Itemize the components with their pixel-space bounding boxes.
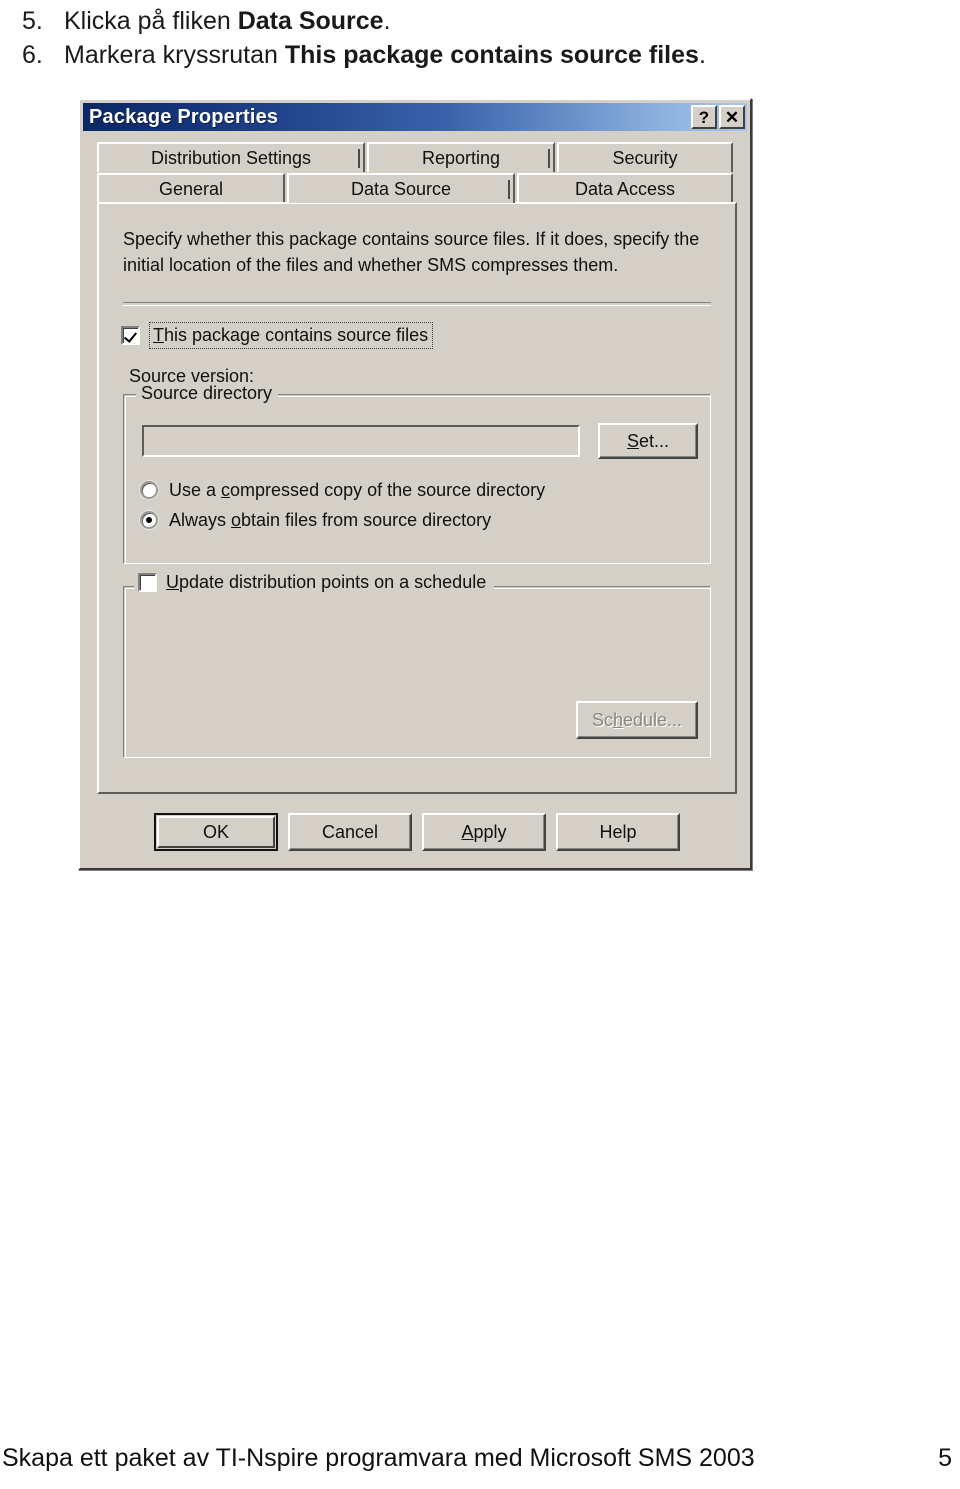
tab-label: Distribution Settings: [150, 147, 312, 168]
radio-label-always-obtain: Always obtain files from source director…: [169, 510, 491, 531]
button-label: Cancel: [321, 821, 379, 842]
label-rest: his package contains source files: [164, 325, 429, 345]
radio-always-obtain-files[interactable]: [140, 511, 158, 529]
tab-data-access[interactable]: Data Access: [517, 173, 733, 203]
instruction-number: 6.: [22, 41, 43, 69]
radio-use-compressed-copy[interactable]: [140, 481, 158, 499]
source-mode-radio-group: Use a compressed copy of the source dire…: [140, 475, 545, 535]
ok-button[interactable]: OK: [154, 813, 278, 851]
tab-label: Reporting: [421, 147, 501, 168]
instruction-text: Klicka på fliken Data Source.: [64, 4, 391, 38]
tab-separator: [358, 149, 360, 168]
update-schedule-checkbox[interactable]: [138, 573, 157, 592]
panel-description-line-2: initial location of the files and whethe…: [123, 255, 619, 275]
radio-row-always-obtain[interactable]: Always obtain files from source director…: [140, 505, 545, 535]
instruction-text: Markera kryssrutan This package contains…: [64, 38, 706, 72]
button-label: Help: [599, 821, 637, 842]
source-files-checkbox-row[interactable]: This package contains source files: [121, 322, 434, 349]
panel-description-line-1: Specify whether this package contains so…: [123, 229, 700, 249]
tab-general[interactable]: General: [97, 173, 285, 203]
tab-label: Data Source: [350, 178, 452, 199]
set-button[interactable]: Set...: [598, 423, 698, 459]
label-rest: btain files from source directory: [241, 509, 492, 530]
radio-row-compressed-copy[interactable]: Use a compressed copy of the source dire…: [140, 475, 545, 505]
tab-separator: [508, 180, 510, 199]
tab-label: Data Access: [574, 178, 676, 199]
label-rest: edule...: [622, 709, 683, 730]
tab-row-1: Distribution Settings Reporting Security: [97, 142, 737, 172]
instruction-list: 5. Klicka på fliken Data Source. 6. Mark…: [22, 4, 922, 72]
accelerator-letter: A: [461, 821, 474, 842]
update-schedule-checkbox-row[interactable]: Update distribution points on a schedule: [134, 572, 495, 593]
accelerator-letter: T: [153, 325, 164, 345]
package-properties-dialog: Package Properties ? ✕ Distribution Sett…: [78, 98, 752, 870]
tab-row-2: General Data Source Data Access: [97, 173, 737, 203]
dialog-title: Package Properties: [89, 105, 279, 128]
instruction-number: 5.: [22, 7, 43, 35]
source-files-checkbox-label: This package contains source files: [149, 322, 434, 349]
help-button[interactable]: Help: [556, 813, 680, 851]
tab-data-source[interactable]: Data Source: [287, 173, 515, 203]
list-item: 5. Klicka på fliken Data Source.: [22, 4, 922, 38]
label-prefix: Sc: [591, 709, 613, 730]
source-files-checkbox[interactable]: [121, 326, 140, 345]
accelerator-letter: S: [626, 430, 639, 451]
instruction-emphasis: Data Source: [237, 7, 384, 35]
footer-title: Skapa ett paket av TI-Nspire programvara…: [2, 1444, 755, 1472]
tab-security[interactable]: Security: [557, 142, 733, 172]
apply-button[interactable]: Apply: [422, 813, 546, 851]
horizontal-divider: [123, 302, 711, 306]
accelerator-letter: U: [166, 572, 179, 592]
panel-description: Specify whether this package contains so…: [123, 226, 711, 278]
schedule-button[interactable]: Sc h edule...: [576, 701, 698, 739]
list-item: 6. Markera kryssrutan This package conta…: [22, 38, 922, 72]
data-source-tab-panel: Specify whether this package contains so…: [97, 202, 737, 794]
update-schedule-checkbox-label: Update distribution points on a schedule: [166, 572, 486, 593]
instruction-suffix: .: [698, 41, 706, 69]
tab-label: Security: [612, 147, 678, 168]
radio-label-compressed-copy: Use a compressed copy of the source dire…: [169, 480, 545, 501]
accelerator-letter: o: [231, 509, 242, 530]
tab-distribution-settings[interactable]: Distribution Settings: [97, 142, 365, 172]
label-prefix: Use a: [169, 479, 222, 500]
source-directory-group-title: Source directory: [136, 383, 279, 404]
source-directory-group: Source directory Set... Use a compressed…: [123, 383, 711, 564]
tab-reporting[interactable]: Reporting: [367, 142, 555, 172]
accelerator-letter: c: [221, 479, 231, 500]
page-number: 5: [938, 1444, 952, 1472]
cancel-button[interactable]: Cancel: [288, 813, 412, 851]
label-rest: pply: [473, 821, 507, 842]
label-rest: pdate distribution points on a schedule: [179, 572, 487, 592]
instruction-prefix: Markera kryssrutan: [64, 41, 285, 69]
instruction-prefix: Klicka på fliken: [64, 7, 238, 35]
source-directory-input[interactable]: [142, 425, 580, 457]
label-rest: ompressed copy of the source directory: [230, 479, 546, 500]
tab-separator: [548, 149, 550, 168]
update-distribution-points-group: Update distribution points on a schedule…: [123, 572, 711, 758]
instruction-emphasis: This package contains source files: [284, 41, 699, 69]
dialog-button-bar: OK Cancel Apply Help: [97, 806, 737, 858]
tab-label: General: [158, 178, 224, 199]
instruction-suffix: .: [383, 7, 391, 35]
help-icon[interactable]: ?: [691, 105, 717, 129]
dialog-titlebar[interactable]: Package Properties ? ✕: [83, 103, 747, 131]
button-label: OK: [202, 821, 229, 842]
accelerator-letter: h: [612, 709, 623, 730]
label-rest: et...: [639, 430, 670, 451]
close-icon[interactable]: ✕: [719, 105, 745, 129]
label-prefix: Always: [169, 509, 232, 530]
tab-strip: Distribution Settings Reporting Security…: [97, 142, 737, 203]
